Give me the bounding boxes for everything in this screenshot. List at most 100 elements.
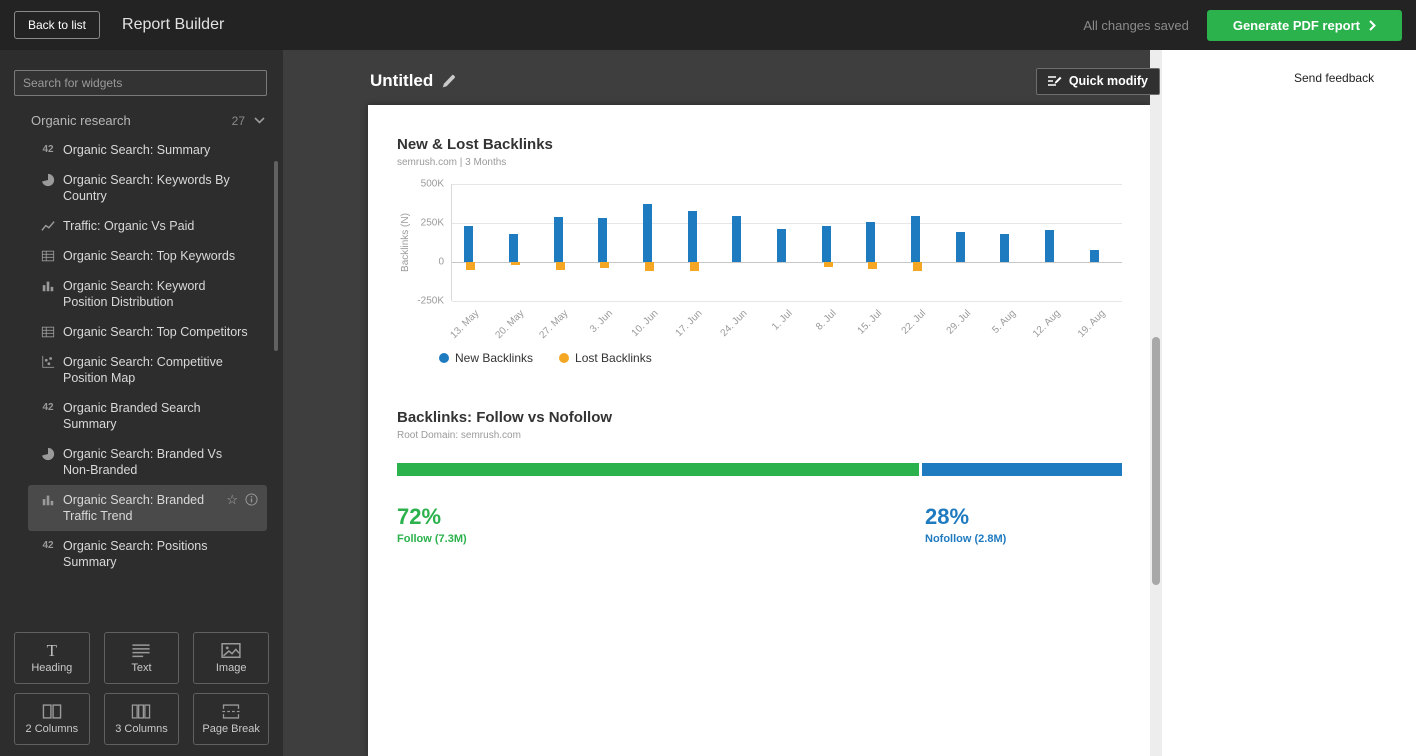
sidebar-section-organic-research[interactable]: Organic research 27 xyxy=(0,106,283,135)
sidebar-item[interactable]: Organic Search: Top Competitors xyxy=(0,317,283,347)
canvas-header: Untitled Quick modify xyxy=(283,50,1162,100)
back-to-list-button[interactable]: Back to list xyxy=(14,11,101,39)
widget-follow-nofollow[interactable]: Backlinks: Follow vs Nofollow Root Domai… xyxy=(397,409,1122,568)
number-42-icon: 42 xyxy=(42,540,54,551)
x-tick-label: 12. Aug xyxy=(1030,308,1063,340)
stat-row: 72% Follow (7.3M) 28% Nofollow (2.8M) xyxy=(397,504,1122,568)
chevron-right-icon xyxy=(1369,19,1376,31)
chart-legend: New Backlinks Lost Backlinks xyxy=(439,351,1122,365)
new-backlinks-bar xyxy=(464,226,474,263)
sidebar-item[interactable]: Organic Search: Top Keywords xyxy=(0,241,283,271)
sidebar-item[interactable]: 42 Organic Branded Search Summary xyxy=(0,393,283,439)
new-backlinks-bar xyxy=(1000,233,1010,263)
follow-percent: 72% xyxy=(397,504,442,529)
follow-stat: 72% Follow (7.3M) xyxy=(397,504,467,545)
new-backlinks-bar xyxy=(821,226,831,263)
x-axis-labels: 13. May 20. May 27. May 3. Jun 10. Jun 17. Ju… xyxy=(448,301,1122,349)
sidebar-item-label: Organic Search: Top Competitors xyxy=(63,325,248,339)
widget-new-lost-backlinks[interactable]: New & Lost Backlinks semrush.com | 3 Mon… xyxy=(397,136,1122,365)
quick-modify-button[interactable]: Quick modify xyxy=(1035,67,1160,95)
new-backlinks-bar xyxy=(687,210,697,263)
x-tick-label: 1. Jul xyxy=(769,308,795,333)
widget-button-label: 2 Columns xyxy=(25,722,79,735)
report-builder-app: Back to list Report Builder All changes … xyxy=(0,0,1416,756)
x-tick-label: 15. Jul xyxy=(855,308,884,337)
widget-button-heading[interactable]: T Heading xyxy=(14,632,90,684)
page-break-icon xyxy=(221,703,241,719)
bar-chart: Backlinks (N) 500K 250K 0 -250K 13. May 20. … xyxy=(397,179,1122,349)
new-backlinks-bar xyxy=(777,229,786,263)
new-backlinks-bar xyxy=(1045,230,1054,263)
y-tick-label: 250K xyxy=(420,217,444,229)
sidebar-item-label: Traffic: Organic Vs Paid xyxy=(63,219,195,233)
image-icon xyxy=(221,642,241,658)
new-backlinks-bar xyxy=(553,216,563,263)
gridline xyxy=(452,261,1122,263)
canvas-scrollbar-thumb[interactable] xyxy=(1152,337,1160,585)
widget-button-text[interactable]: Text xyxy=(103,632,180,684)
two-columns-icon xyxy=(42,703,62,719)
new-backlinks-bar xyxy=(732,216,742,263)
x-tick-label: 20. May xyxy=(492,308,526,341)
widget-button-label: Text xyxy=(131,661,152,674)
section-label: Organic research xyxy=(31,113,131,128)
nofollow-stat: 28% Nofollow (2.8M) xyxy=(925,504,1006,545)
widget-button-label: Heading xyxy=(31,661,73,674)
lost-backlinks-bar xyxy=(913,261,922,271)
sidebar-item[interactable]: 42 Organic Search: Summary xyxy=(0,135,283,165)
widget-search-input[interactable] xyxy=(14,70,267,96)
info-icon[interactable] xyxy=(245,493,258,506)
app-title: Report Builder xyxy=(122,16,225,33)
widget-button-2-columns[interactable]: 2 Columns xyxy=(14,693,90,745)
y-tick-label: 0 xyxy=(438,256,444,268)
number-42-icon: 42 xyxy=(42,144,54,155)
sidebar-item-label: Organic Search: Branded Traffic Trend xyxy=(63,493,205,523)
sidebar-item[interactable]: Traffic: Organic Vs Paid xyxy=(0,211,283,241)
legend-item: New Backlinks xyxy=(439,351,533,365)
nofollow-percent: 28% xyxy=(925,504,970,529)
report-canvas-area: Untitled Quick modify New & Lost Backlin… xyxy=(283,50,1162,756)
sidebar-item[interactable]: 42 Organic Search: Positions Summary xyxy=(0,531,283,577)
bar-chart-icon xyxy=(40,279,56,293)
send-feedback-link[interactable]: Send feedback xyxy=(1294,71,1374,85)
widget-button-page-break[interactable]: Page Break xyxy=(193,693,269,745)
edit-title-pencil-icon[interactable] xyxy=(442,74,456,88)
chevron-down-icon xyxy=(254,117,265,124)
number-42-icon: 42 xyxy=(42,402,54,413)
widget-search xyxy=(0,50,283,106)
legend-dot-icon xyxy=(559,353,570,363)
sidebar-item[interactable]: Organic Search: Competitive Position Map xyxy=(0,347,283,393)
sidebar-item[interactable]: Organic Search: Keyword Position Distrib… xyxy=(0,271,283,317)
sidebar-item[interactable]: Organic Search: Branded Vs Non-Branded xyxy=(0,439,283,485)
y-tick-label: -250K xyxy=(417,295,444,307)
nofollow-segment xyxy=(922,463,1122,476)
new-backlinks-bar xyxy=(643,204,652,263)
canvas-scrollbar-track[interactable] xyxy=(1150,50,1162,756)
sidebar-item-label: Organic Search: Keywords By Country xyxy=(63,173,230,203)
widget-button-3-columns[interactable]: 3 Columns xyxy=(103,693,180,745)
nofollow-label: Nofollow (2.8M) xyxy=(925,533,1007,545)
section-count: 27 xyxy=(231,113,245,128)
pie-chart-icon xyxy=(40,447,56,461)
gridline xyxy=(452,222,1122,224)
star-icon[interactable]: ☆ xyxy=(226,493,238,506)
table-icon xyxy=(40,325,56,339)
sidebar-item[interactable]: Organic Search: Keywords By Country xyxy=(0,165,283,211)
lost-backlinks-bar xyxy=(868,261,878,269)
x-tick-label: 27. May xyxy=(537,308,571,341)
sidebar-item-label: Organic Search: Positions Summary xyxy=(63,539,208,569)
widget-button-label: Page Break xyxy=(202,722,260,735)
sidebar-scrollbar-thumb[interactable] xyxy=(274,161,278,351)
lost-backlinks-bar xyxy=(466,261,476,270)
x-tick-label: 22. Jul xyxy=(899,308,929,337)
generate-pdf-button[interactable]: Generate PDF report xyxy=(1206,9,1402,41)
scatter-plot-icon xyxy=(40,355,56,369)
pie-chart-icon xyxy=(40,173,56,187)
widget-button-image[interactable]: Image xyxy=(193,632,269,684)
chart-title: Backlinks: Follow vs Nofollow xyxy=(397,409,613,426)
legend-item: Lost Backlinks xyxy=(559,351,652,365)
sidebar-item[interactable]: Organic Search: Branded Traffic Trend ☆ xyxy=(28,485,267,531)
x-tick-label: 10. Jun xyxy=(629,308,661,339)
x-tick-label: 24. Jun xyxy=(718,308,750,339)
sidebar-item-label: Organic Search: Top Keywords xyxy=(63,249,236,263)
